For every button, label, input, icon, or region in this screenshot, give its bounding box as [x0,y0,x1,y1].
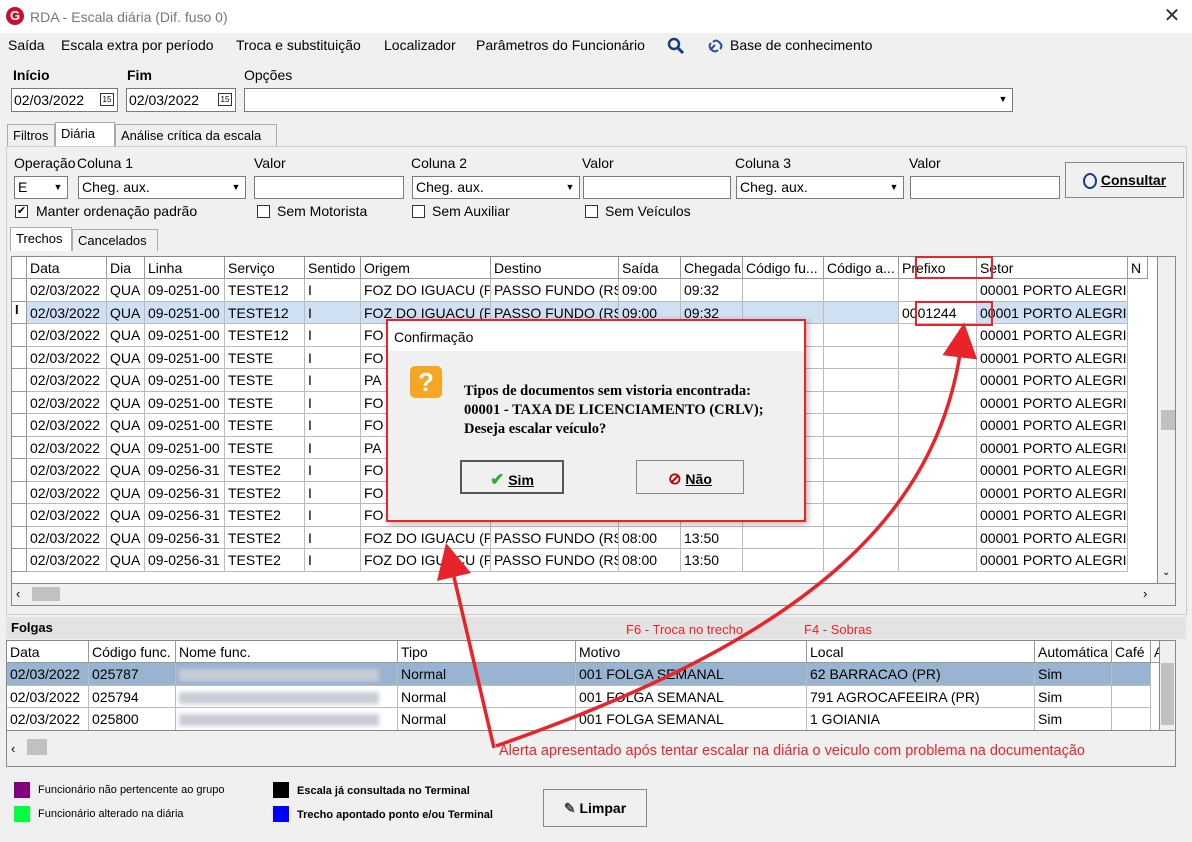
annotation-arrows [436,322,978,749]
arrow-to-grid [436,542,496,749]
arrow-to-prefixo [495,322,978,748]
